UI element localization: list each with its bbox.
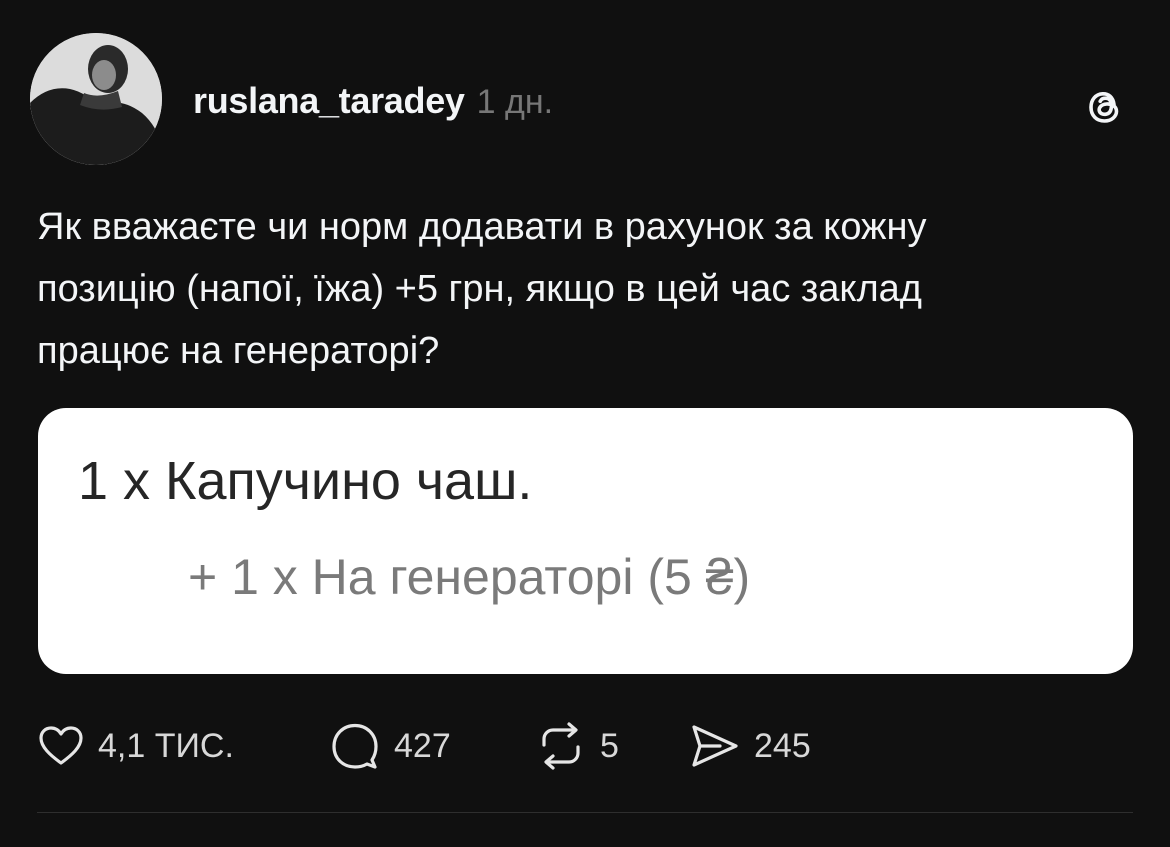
post-actions: 4,1 ТИС. 427 5 245	[36, 718, 811, 774]
like-button[interactable]: 4,1 ТИС.	[36, 721, 328, 771]
thread-post: ruslana_taradey 1 дн. Як вважаєте чи нор…	[0, 0, 1170, 847]
post-image[interactable]: 1 x Капучино чаш. + 1 x На генераторі (5…	[38, 408, 1133, 674]
send-icon	[692, 725, 738, 767]
receipt-surcharge-line: + 1 x На генераторі (5 ₴)	[188, 549, 751, 605]
share-button[interactable]: 245	[686, 719, 811, 773]
avatar[interactable]	[30, 33, 162, 165]
comment-icon	[332, 723, 378, 769]
reply-button[interactable]: 427	[328, 719, 534, 773]
repost-icon	[542, 722, 580, 770]
threads-logo-icon[interactable]	[1080, 82, 1130, 132]
receipt-item-line: 1 x Капучино чаш.	[78, 451, 533, 511]
share-count: 245	[754, 726, 811, 765]
like-count: 4,1 ТИС.	[98, 726, 234, 765]
heart-icon	[39, 726, 83, 765]
post-text: Як вважаєте чи норм додавати в рахунок з…	[37, 206, 927, 372]
avatar-image	[30, 33, 162, 165]
repost-button[interactable]: 5	[534, 719, 686, 773]
reply-count: 427	[394, 726, 451, 765]
post-timestamp: 1 дн.	[476, 83, 554, 121]
repost-count: 5	[600, 726, 619, 765]
post-divider	[37, 812, 1133, 813]
post-header: ruslana_taradey 1 дн.	[193, 80, 553, 124]
username[interactable]: ruslana_taradey	[193, 80, 465, 122]
